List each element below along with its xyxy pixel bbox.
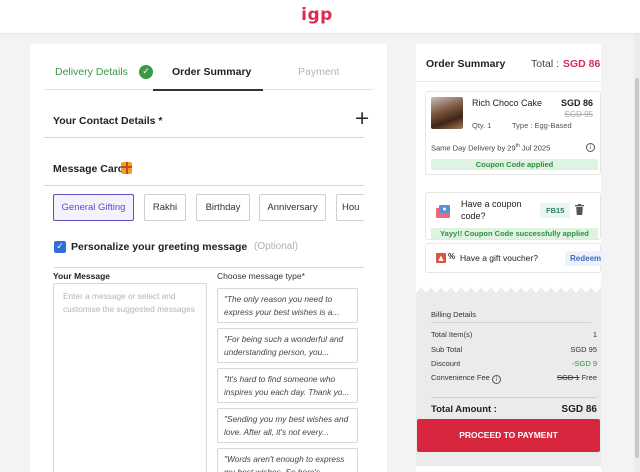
igp-logo[interactable]: igp	[0, 5, 634, 25]
chip-birthday[interactable]: Birthday	[196, 194, 250, 221]
order-total-label: Total :	[531, 58, 560, 70]
message-suggestion[interactable]: "The only reason you need to express you…	[217, 288, 358, 323]
info-icon[interactable]: i	[491, 375, 501, 384]
chip-housewarming[interactable]: Hou	[336, 194, 364, 221]
tab-order-summary[interactable]: Order Summary	[172, 66, 251, 78]
billing-row-label: Discount	[431, 359, 461, 368]
convenience-fee-original: SGD 1	[556, 373, 580, 382]
tab-payment[interactable]: Payment	[298, 66, 339, 78]
billing-row: Convenience Fee i SGD 1 Free	[431, 373, 597, 384]
proceed-to-payment-button[interactable]: PROCEED TO PAYMENT	[417, 419, 600, 452]
billing-row: Discount -SGD 9	[431, 359, 597, 370]
order-summary-title: Order Summary	[426, 58, 506, 70]
occasion-chips: General Gifting Rakhi Birthday Anniversa…	[53, 194, 364, 222]
optional-tag: (Optional)	[254, 241, 298, 252]
gift-icon	[121, 162, 132, 174]
check-circle-icon: ✓	[139, 65, 153, 79]
checkout-steps: Delivery Details ✓ Order Summary Payment	[44, 58, 373, 91]
total-amount-label: Total Amount :	[431, 404, 497, 415]
product-image[interactable]	[431, 97, 463, 129]
message-card-label: Message Card	[53, 163, 125, 175]
message-suggestion[interactable]: "It's hard to find someone who inspires …	[217, 368, 358, 403]
product-mrp: SGD 95	[564, 110, 593, 119]
trash-icon[interactable]	[575, 204, 584, 215]
contact-details-label: Your Contact Details *	[53, 115, 163, 127]
divider	[431, 397, 597, 398]
billing-row-label: Convenience Fee i	[431, 373, 501, 384]
scrollbar-thumb[interactable]	[635, 78, 639, 458]
receipt-edge	[416, 287, 601, 293]
message-textarea[interactable]: Enter a message or select and customise …	[53, 283, 207, 472]
voucher-icon: ▲	[436, 253, 446, 263]
order-total-value: SGD 86	[563, 58, 601, 70]
choose-message-type-label: Choose message type*	[217, 271, 305, 281]
chip-rakhi[interactable]: Rakhi	[144, 194, 186, 221]
info-icon[interactable]: i	[586, 143, 595, 152]
checkout-main-panel: Delivery Details ✓ Order Summary Payment…	[30, 44, 387, 472]
message-suggestion[interactable]: "Words aren't enough to express my best …	[217, 448, 358, 472]
redeem-button[interactable]: Redeem	[565, 251, 607, 266]
divider	[431, 322, 591, 323]
coupon-success-message: Yayy!! Coupon Code successfully applied	[431, 228, 598, 239]
total-amount-value: SGD 86	[561, 404, 597, 415]
billing-row-label: Total Item(s)	[431, 330, 473, 339]
billing-title: Billing Details	[431, 310, 477, 319]
order-summary-panel: Order Summary Total : SGD 86 Rich Choco …	[416, 44, 607, 472]
contact-details-section[interactable]: Your Contact Details * +	[44, 104, 370, 138]
product-price: SGD 86	[560, 98, 593, 108]
coupon-applied-status: Coupon Code applied	[431, 159, 598, 170]
applied-coupon-code: FB15	[540, 203, 571, 218]
chip-general-gifting[interactable]: General Gifting	[53, 194, 134, 221]
plus-icon[interactable]: +	[354, 107, 370, 129]
product-qty: Qty. 1	[472, 121, 492, 130]
message-suggestion[interactable]: "Sending you my best wishes and love. Af…	[217, 408, 358, 443]
coupon-icon	[436, 205, 450, 218]
delivery-date: Same Day Delivery by 29th Jul 2025	[431, 143, 551, 153]
active-tab-indicator	[153, 89, 263, 91]
billing-row-value: -SGD 9	[571, 359, 597, 368]
billing-row-value: SGD 95	[570, 345, 597, 354]
top-bar: igp	[0, 0, 640, 34]
tab-delivery-label: Delivery Details	[55, 66, 128, 78]
billing-row: Sub Total SGD 95	[431, 345, 597, 356]
checkbox-icon[interactable]: ✓	[54, 241, 66, 253]
product-card: Rich Choco Cake SGD 86 SGD 95 Qty. 1 Typ…	[425, 91, 601, 175]
billing-row-value: SGD 1 Free	[557, 373, 597, 382]
personalize-greeting-row[interactable]: ✓ Personalize your greeting message (Opt…	[54, 240, 364, 268]
product-type: Type : Egg-Based	[512, 121, 572, 130]
percent-icon: %	[448, 252, 456, 261]
product-name: Rich Choco Cake	[472, 98, 543, 108]
billing-row-value: 1	[592, 330, 597, 339]
coupon-prompt: Have a coupon code?	[461, 199, 522, 221]
message-card-header: Message Card	[44, 158, 364, 186]
message-suggestion[interactable]: "For being such a wonderful and understa…	[217, 328, 358, 363]
gift-voucher-prompt: Have a gift voucher?	[460, 253, 538, 263]
your-message-label: Your Message	[53, 271, 111, 281]
billing-row-label: Sub Total	[431, 345, 463, 354]
coupon-card: Have a coupon code? FB15 Yayy!! Coupon C…	[425, 192, 601, 240]
convenience-fee-free: Free	[581, 373, 597, 382]
chip-anniversary[interactable]: Anniversary	[259, 194, 326, 221]
divider	[416, 81, 601, 82]
gift-voucher-card: ▲ % Have a gift voucher? Redeem	[425, 243, 607, 273]
page-scrollbar[interactable]	[634, 34, 640, 472]
billing-row: Total Item(s) 1	[431, 330, 597, 341]
tab-delivery-details[interactable]: Delivery Details ✓	[55, 65, 153, 79]
personalize-label: Personalize your greeting message	[71, 241, 248, 253]
